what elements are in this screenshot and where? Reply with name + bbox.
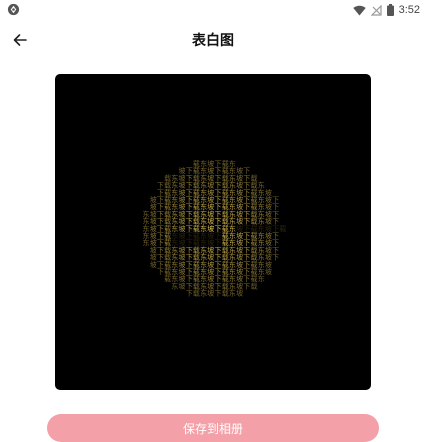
pattern-char: 载 [193, 289, 200, 298]
pattern-char: 下 [186, 290, 193, 298]
pattern-char: 下 [272, 254, 279, 262]
pattern-char: 坡 [150, 260, 157, 269]
pattern-char: 下 [243, 282, 250, 290]
battery-icon [386, 4, 394, 16]
pattern-char: 坡 [179, 281, 186, 290]
app-notification-icon [7, 3, 20, 16]
pattern-char: 东 [171, 281, 178, 290]
pattern-char: 载 [251, 281, 258, 290]
pattern-char: 载 [222, 289, 229, 298]
pattern-char: 载 [279, 224, 286, 233]
pattern-char: 坡 [207, 289, 214, 298]
pattern-char: 载 [164, 274, 171, 283]
love-image-preview: 载东坡下载东坡下载东坡下载东坡下载东坡下载东坡下载东坡下载下载东坡下载东坡下载东… [55, 74, 371, 390]
pattern-char: 坡 [236, 289, 243, 298]
pattern-char: 下 [157, 268, 164, 276]
text-pattern-image: 载东坡下载东坡下载东坡下载东坡下载东坡下载东坡下载东坡下载下载东坡下载东坡下载东… [143, 159, 287, 298]
pattern-char: 东 [143, 238, 150, 247]
app-bar: 表白图 [0, 24, 426, 56]
pattern-char: 坡 [265, 267, 272, 276]
save-to-album-button[interactable]: 保存到相册 [47, 414, 379, 442]
sim-no-signal-icon [370, 4, 382, 16]
pattern-char: 东 [229, 289, 236, 298]
wifi-icon [352, 5, 366, 16]
status-time: 3:52 [398, 4, 420, 16]
pattern-char: 东 [258, 274, 265, 283]
pattern-char: 东 [200, 289, 207, 298]
status-bar: 3:52 [0, 0, 426, 20]
page-title: 表白图 [192, 33, 234, 49]
pattern-char: 下 [215, 290, 222, 298]
text-pattern-circle: 载东坡下载东坡下载东坡下载东坡下载东坡下载东坡下载东坡下载下载东坡下载东坡下载东… [143, 159, 287, 298]
